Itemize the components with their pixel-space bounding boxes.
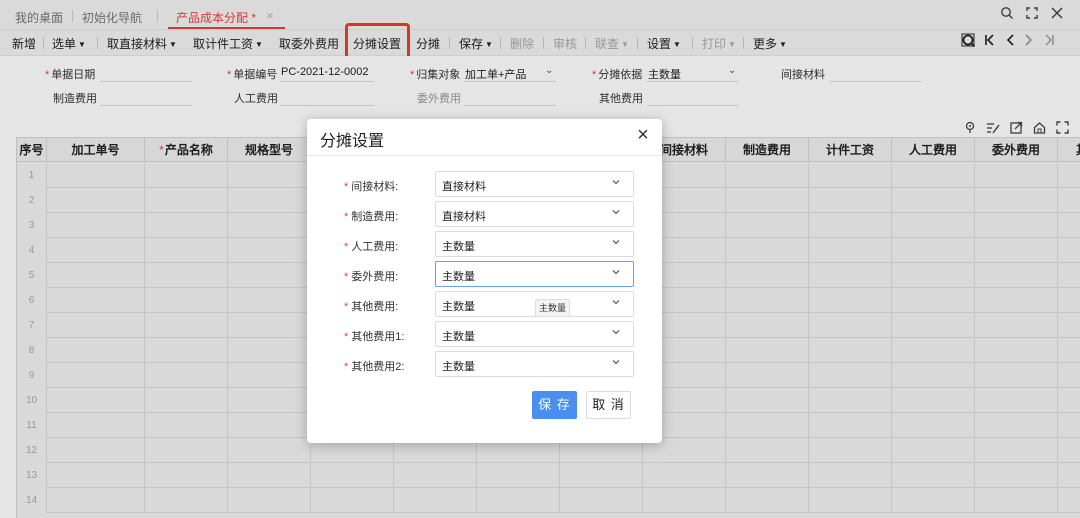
other-cost-2-label: * 其他费用2: — [344, 361, 405, 373]
other-cost-label: * 其他费用: — [344, 301, 399, 313]
outsource-cost-label: * 委外费用: — [344, 271, 399, 283]
select-value: 主数量 — [442, 361, 475, 373]
chevron-down-icon — [611, 357, 621, 370]
other-cost-1-label: * 其他费用1: — [344, 331, 405, 343]
dialog-divider — [307, 155, 662, 156]
cancel-button[interactable]: 取 消 — [586, 391, 631, 419]
select-value: 主数量 — [442, 331, 475, 343]
chevron-down-icon — [611, 237, 621, 250]
indirect-material-label: * 间接材料: — [344, 181, 399, 193]
select-value: 直接材料 — [442, 211, 486, 223]
chevron-down-icon — [611, 297, 621, 310]
chevron-down-icon — [611, 267, 621, 280]
select-value: 直接材料 — [442, 181, 486, 193]
tooltip: 主数量 — [535, 299, 570, 317]
other-cost-1-select[interactable]: 主数量 — [435, 321, 634, 347]
close-icon[interactable]: × — [633, 124, 653, 147]
allocation-settings-dialog: 分摊设置 × * 间接材料: 直接材料 * 制造费用: 直接材料 * 人工费用: 主数量 * 委外费… — [307, 119, 662, 443]
indirect-material-select[interactable]: 直接材料 — [435, 171, 634, 197]
outsource-cost-select[interactable]: 主数量 — [435, 261, 634, 287]
select-value: 主数量 — [442, 301, 475, 313]
select-value: 主数量 — [442, 271, 475, 283]
save-button[interactable]: 保 存 — [532, 391, 577, 419]
chevron-down-icon — [611, 327, 621, 340]
mfg-cost-label: * 制造费用: — [344, 211, 399, 223]
dialog-title: 分摊设置 — [320, 133, 385, 150]
chevron-down-icon — [611, 177, 621, 190]
other-cost-2-select[interactable]: 主数量 — [435, 351, 634, 377]
chevron-down-icon — [611, 207, 621, 220]
mfg-cost-select[interactable]: 直接材料 — [435, 201, 634, 227]
labor-cost-select[interactable]: 主数量 — [435, 231, 634, 257]
select-value: 主数量 — [442, 241, 475, 253]
labor-cost-label: * 人工费用: — [344, 241, 399, 253]
